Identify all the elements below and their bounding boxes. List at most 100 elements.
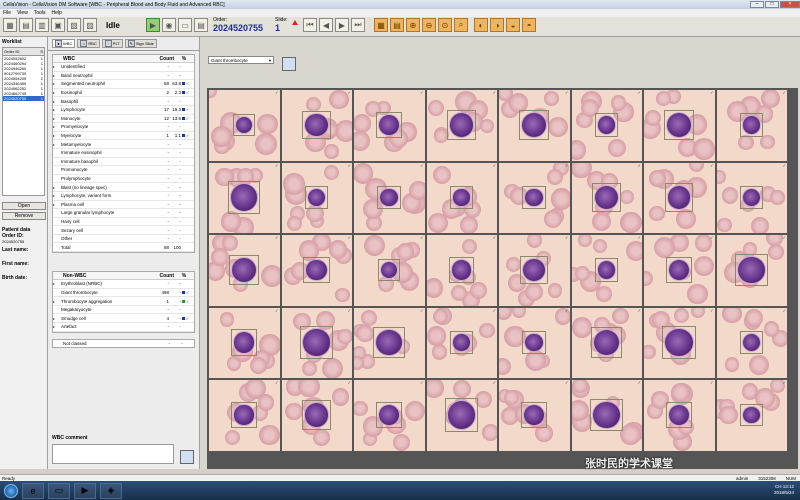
camera-icon[interactable]: ◉ bbox=[162, 18, 176, 32]
first-icon[interactable]: ⏮ bbox=[303, 18, 317, 32]
cell-image[interactable]: ✓ bbox=[354, 380, 425, 451]
zoom-out-icon[interactable]: ⊖ bbox=[422, 18, 436, 32]
cell-image[interactable]: ✓ bbox=[716, 90, 787, 161]
save-icon[interactable]: ▥ bbox=[35, 18, 49, 32]
table-row[interactable]: Sezary cell - - bbox=[53, 226, 194, 235]
tab-wbc[interactable]: ● WBC bbox=[52, 39, 76, 48]
cell-image[interactable]: ✓ bbox=[716, 307, 787, 378]
scan-icon[interactable]: ▶ bbox=[146, 18, 160, 32]
markup-icon[interactable]: ◓ bbox=[522, 18, 536, 32]
cell-image[interactable]: ✓ bbox=[281, 380, 352, 451]
folder-icon[interactable]: ▭ bbox=[48, 482, 70, 499]
cell-image[interactable]: ✓ bbox=[209, 235, 280, 306]
list-item-selected[interactable]: 2024520755 1 bbox=[3, 96, 44, 101]
help-icon[interactable]: ▨ bbox=[83, 18, 97, 32]
table-row[interactable]: Total 88 100 bbox=[53, 243, 194, 253]
table-row[interactable]: ▸ Thrombocyte aggregation 1- ✓ bbox=[53, 297, 194, 306]
table-row[interactable]: ▸ Metamyelocyte - - bbox=[53, 140, 194, 149]
next-icon[interactable]: ▶ bbox=[335, 18, 349, 32]
filter-icon[interactable] bbox=[282, 57, 296, 71]
tab-sign-slide[interactable]: ✎ Sign Slide bbox=[124, 39, 157, 48]
cell-image[interactable]: ✓ bbox=[426, 162, 497, 233]
cell-image[interactable]: ✓ bbox=[426, 307, 497, 378]
table-row[interactable]: ▸ Unidentified - - bbox=[53, 63, 194, 72]
close-button[interactable]: × bbox=[780, 0, 800, 8]
ie-icon[interactable]: e bbox=[22, 482, 44, 499]
table-row[interactable]: Other - - bbox=[53, 235, 194, 244]
cell-image[interactable]: ✓ bbox=[499, 307, 570, 378]
table-row[interactable]: Prolymphocyte - - bbox=[53, 175, 194, 184]
table-row[interactable]: Megakaryocyte - - bbox=[53, 306, 194, 315]
cell-image[interactable]: ✓ bbox=[644, 90, 715, 161]
wbc-comment-input[interactable] bbox=[52, 444, 174, 464]
clock-date[interactable]: 2018/5/24 bbox=[774, 490, 794, 496]
report-icon[interactable]: ▤ bbox=[194, 18, 208, 32]
slide-icon[interactable]: ▭ bbox=[178, 18, 192, 32]
adjust-icon[interactable]: ◑ bbox=[490, 18, 504, 32]
table-row[interactable]: ▸ Blast (no lineage spec) - - bbox=[53, 183, 194, 192]
magnifier-icon[interactable]: ⌕ bbox=[454, 18, 468, 32]
table-row[interactable]: Promonocyte - - bbox=[53, 166, 194, 175]
cell-image[interactable]: ✓ bbox=[354, 90, 425, 161]
table-row[interactable]: ▸ Band neutrophil - - bbox=[53, 72, 194, 81]
cell-image[interactable]: ✓ bbox=[426, 90, 497, 161]
cell-image[interactable]: ✓ bbox=[354, 235, 425, 306]
cell-image[interactable]: ✓ bbox=[571, 235, 642, 306]
zoom-fit-icon[interactable]: ⊙ bbox=[438, 18, 452, 32]
tab-rbc[interactable]: ○ RBC bbox=[77, 39, 100, 48]
menu-help[interactable]: Help bbox=[52, 10, 62, 16]
table-row[interactable]: Giant thrombocyte 498- ✓ bbox=[53, 289, 194, 298]
cell-image[interactable]: ✓ bbox=[426, 235, 497, 306]
cell-image[interactable]: ✓ bbox=[281, 90, 352, 161]
table-row[interactable]: ▸ Smudge cell 4- ✓ bbox=[53, 314, 194, 324]
minimize-button[interactable]: – bbox=[750, 0, 764, 8]
menu-view[interactable]: View bbox=[17, 10, 28, 16]
cell-image[interactable]: ✓ bbox=[209, 307, 280, 378]
cell-image[interactable]: ✓ bbox=[571, 90, 642, 161]
cell-image[interactable]: ✓ bbox=[281, 162, 352, 233]
cell-image[interactable]: ✓ bbox=[354, 162, 425, 233]
table-row[interactable]: Immature eosinophil - - bbox=[53, 149, 194, 158]
table-row[interactable]: Large granular lymphocyte - - bbox=[53, 209, 194, 218]
cell-image[interactable]: ✓ bbox=[644, 380, 715, 451]
grid-view-icon[interactable]: ▦ bbox=[374, 18, 388, 32]
cell-image[interactable]: ✓ bbox=[499, 90, 570, 161]
cell-image[interactable]: ✓ bbox=[716, 380, 787, 451]
settings-icon[interactable]: ▧ bbox=[67, 18, 81, 32]
cell-image[interactable]: ✓ bbox=[209, 162, 280, 233]
app-icon[interactable]: ◈ bbox=[100, 482, 122, 499]
cell-image[interactable]: ✓ bbox=[354, 307, 425, 378]
cell-image[interactable]: ✓ bbox=[644, 307, 715, 378]
table-row[interactable]: ▸ Lymphocyte 17 19.3 ✓ bbox=[53, 106, 194, 115]
remove-button[interactable]: Remove bbox=[2, 212, 46, 220]
cell-image[interactable]: ✓ bbox=[209, 90, 280, 161]
cell-image[interactable]: ✓ bbox=[209, 380, 280, 451]
cell-image[interactable]: ✓ bbox=[426, 380, 497, 451]
new-order-icon[interactable]: ▦ bbox=[3, 18, 17, 32]
open-icon[interactable]: ▤ bbox=[19, 18, 33, 32]
cell-image[interactable]: ✓ bbox=[644, 162, 715, 233]
not-classed-row[interactable]: Not classed - - bbox=[52, 338, 195, 348]
worklist-list[interactable]: 2024052602 1 2024460294 1 2024946260 1 9012… bbox=[2, 56, 45, 196]
cell-image[interactable]: ✓ bbox=[571, 307, 642, 378]
menu-file[interactable]: File bbox=[3, 10, 11, 16]
menu-tools[interactable]: Tools bbox=[34, 10, 46, 16]
reference-icon[interactable]: ◒ bbox=[506, 18, 520, 32]
comment-edit-icon[interactable] bbox=[180, 450, 194, 464]
cell-image[interactable]: ✓ bbox=[499, 380, 570, 451]
table-row[interactable]: ▸ Lymphocyte, variant form - - bbox=[53, 192, 194, 201]
cell-image[interactable]: ✓ bbox=[571, 380, 642, 451]
table-row[interactable]: ▸ Myelocyte 1 1.1 ✓ bbox=[53, 132, 194, 141]
input-language[interactable]: CH bbox=[775, 484, 782, 489]
cell-image[interactable]: ✓ bbox=[499, 162, 570, 233]
table-row[interactable]: ▸ Erythroblast (NRBC) - - bbox=[53, 280, 194, 289]
open-button[interactable]: Open bbox=[2, 202, 46, 210]
media-icon[interactable]: ▶ bbox=[74, 482, 96, 499]
tab-plt[interactable]: · PLT bbox=[101, 39, 123, 48]
prev-icon[interactable]: ◀ bbox=[319, 18, 333, 32]
list-view-icon[interactable]: ▤ bbox=[390, 18, 404, 32]
table-row[interactable]: ▸ Promyelocyte - - bbox=[53, 123, 194, 132]
table-row[interactable]: ▸ Segmented neutrophil 58 63.8 ✓ bbox=[53, 80, 194, 89]
cell-image[interactable]: ✓ bbox=[281, 307, 352, 378]
cell-image[interactable]: ✓ bbox=[571, 162, 642, 233]
